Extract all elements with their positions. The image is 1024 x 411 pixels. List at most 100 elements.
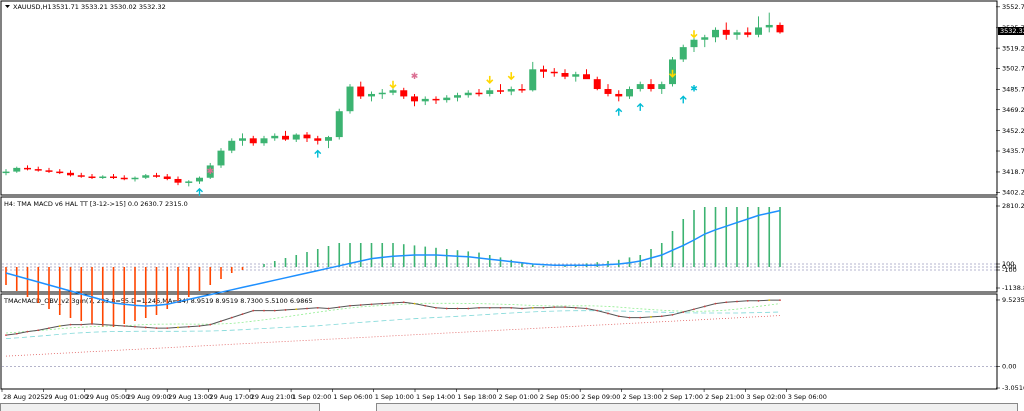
candle-body-bear: [647, 84, 655, 90]
obv-dot: [392, 302, 394, 304]
obv-dot: [703, 305, 706, 308]
indicator1-tick-label: -100: [1002, 266, 1017, 274]
candle-body-bull: [325, 137, 332, 141]
candle-body-bear: [615, 93, 623, 97]
obv-dot: [306, 307, 308, 310]
candle-body-bear: [604, 89, 612, 94]
symbol-title: XAUUSD,H1: [13, 3, 52, 11]
time-tick-label: 29 Aug 17:00: [210, 393, 254, 401]
price-tick-label: 3552.70: [1002, 3, 1024, 11]
indicator1-title: H4: TMA MACD v6 HAL TT [3-12->15] 0.0 26…: [4, 200, 188, 208]
candle-body-bear: [174, 178, 182, 183]
obv-dot: [263, 309, 265, 312]
candle-body-bear: [67, 172, 74, 176]
candle-body-bull: [292, 134, 300, 140]
main-panel-frame: [0, 0, 998, 196]
time-tick-label: 2 Sep 01:00: [499, 393, 538, 401]
obv-dot: [682, 311, 685, 313]
candle-body-bear: [163, 176, 171, 179]
price-tick-label: 3485.70: [1002, 86, 1024, 94]
obv-dot: [316, 306, 319, 309]
candle-body-bear: [110, 176, 117, 179]
candle-body-bull: [131, 177, 139, 180]
candle-body-bull: [368, 93, 375, 97]
obv-dot: [779, 299, 781, 302]
candle-body-bull: [626, 89, 633, 97]
time-tick-label: 29 Aug 05:00: [86, 393, 130, 401]
star-icon: ✱: [690, 84, 698, 94]
obv-dot: [402, 301, 405, 304]
time-tick-label: 2 Sep 13:00: [623, 393, 662, 401]
obv-dot: [768, 299, 771, 302]
candle-body-bear: [45, 170, 53, 172]
time-tick-label: 29 Aug 01:00: [44, 393, 88, 401]
star-icon: ✱: [206, 167, 214, 177]
price-tick-label: 3452.20: [1002, 127, 1024, 135]
candle-body-bear: [400, 90, 408, 97]
candle-body-bull: [185, 181, 193, 183]
obv-dot: [381, 302, 384, 305]
candle-body-bear: [77, 175, 85, 177]
obv-dot: [693, 308, 695, 311]
trading-chart[interactable]: XAUUSD,H1 3531.71 3533.21 3530.02 3532.3…: [0, 0, 1024, 410]
obv-dot: [553, 306, 556, 309]
time-tick-label: 3 Sep 02:00: [746, 393, 785, 401]
candle-body-bear: [744, 32, 752, 35]
candle-body-bull: [712, 29, 719, 38]
obv-dot: [209, 323, 212, 326]
candle-body-bull: [464, 92, 472, 96]
obv-dot: [521, 307, 523, 310]
obv-dot: [435, 306, 437, 309]
obv-dot: [736, 300, 738, 303]
price-tick-label: 3469.20: [1002, 106, 1024, 114]
obv-dot: [746, 299, 749, 302]
time-tick-label: 2 Sep 17:00: [664, 393, 703, 401]
time-axis: 28 Aug 2025 29 Aug 01:0029 Aug 05:00 29 Au…: [1, 389, 827, 401]
candle-body-bull: [13, 167, 21, 172]
candle-body-bull: [529, 69, 537, 91]
candle-body-bull: [142, 175, 150, 178]
obv-dot: [510, 306, 513, 309]
time-tick-label: 1 Sep 06:00: [333, 393, 372, 401]
obv-dot: [101, 323, 104, 326]
time-tick-label: 29 Aug 21:00: [251, 393, 295, 401]
current-price-label: 3532.32: [1000, 27, 1024, 35]
time-tick-label: 2 Sep 09:00: [581, 393, 620, 401]
price-tick-label: 3435.70: [1002, 147, 1024, 155]
candle-body-bear: [88, 176, 96, 179]
obv-dot: [144, 326, 147, 329]
obv-dot: [349, 304, 351, 307]
candle-body-bull: [217, 150, 225, 166]
time-tick-label: 2 Sep 21:00: [705, 393, 744, 401]
obv-dot: [91, 323, 93, 325]
candle-body-bull: [196, 177, 203, 182]
candle-body-bull: [378, 92, 386, 95]
obv-dot: [338, 306, 341, 309]
obv-dot: [166, 327, 169, 330]
candle-body-bear: [722, 29, 730, 35]
candle-body-bear: [314, 138, 322, 141]
obv-dot: [37, 329, 40, 332]
candle-body-bull: [572, 74, 580, 77]
candle-body-bull: [239, 138, 246, 141]
candle-body-bull: [658, 84, 666, 90]
obv-dot: [564, 306, 566, 309]
obv-dot: [714, 302, 717, 305]
indicator1-axis: 2810.21000.00-100-1138.8: [996, 202, 1024, 292]
indicator1-tick-label: -1138.8: [1002, 284, 1024, 292]
time-tick-label: 28 Aug 2025: [3, 393, 45, 401]
candle-body-bull: [228, 140, 236, 151]
obv-dot: [198, 325, 201, 327]
time-tick-label: 29 Aug 13:00: [168, 393, 212, 401]
obv-dot: [15, 332, 18, 335]
obv-dot: [424, 304, 427, 307]
obv-dot: [445, 307, 448, 310]
obv-dot: [607, 312, 609, 315]
obv-dot: [155, 327, 158, 330]
obv-dot: [542, 306, 545, 309]
obv-dot: [370, 303, 373, 306]
candle-body-bull: [346, 86, 354, 112]
candle-body-bear: [249, 138, 257, 144]
price-tick-label: 3418.70: [1002, 168, 1024, 176]
indicator2-tick-label: 9.5235: [1002, 296, 1024, 304]
